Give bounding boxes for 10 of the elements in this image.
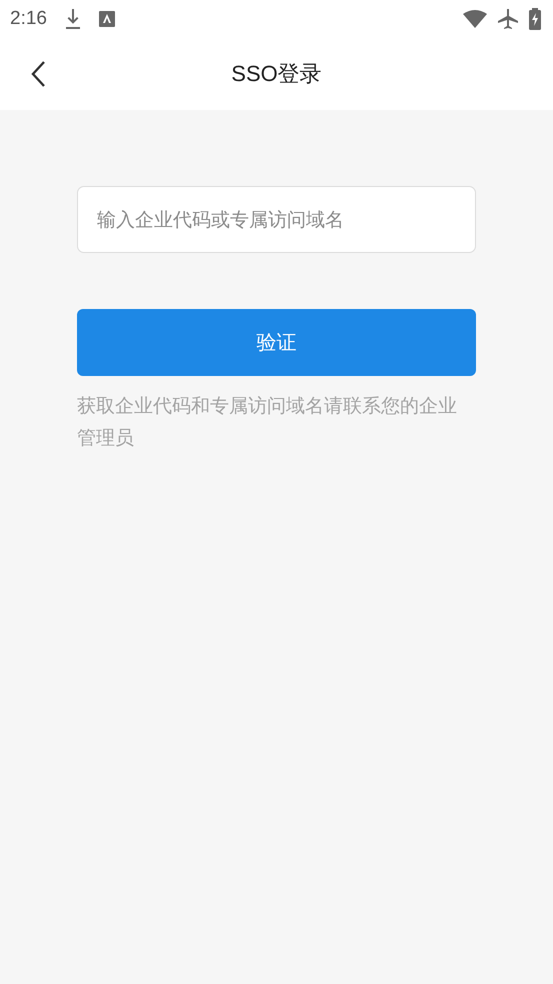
input-field[interactable]: 输入企业代码或专属访问域名 bbox=[77, 186, 476, 253]
airplane-icon bbox=[497, 8, 519, 30]
download-icon bbox=[64, 8, 81, 30]
hint-text: 获取企业代码和专属访问域名请联系您的企业管理员 bbox=[77, 394, 458, 451]
verify-button[interactable]: 验证 bbox=[77, 309, 476, 376]
app-notification-icon bbox=[98, 11, 115, 27]
page-title: SSO登录 bbox=[231, 60, 322, 88]
wifi-icon bbox=[463, 10, 487, 28]
status-time: 2:16 bbox=[10, 8, 47, 30]
battery-icon bbox=[529, 8, 541, 30]
